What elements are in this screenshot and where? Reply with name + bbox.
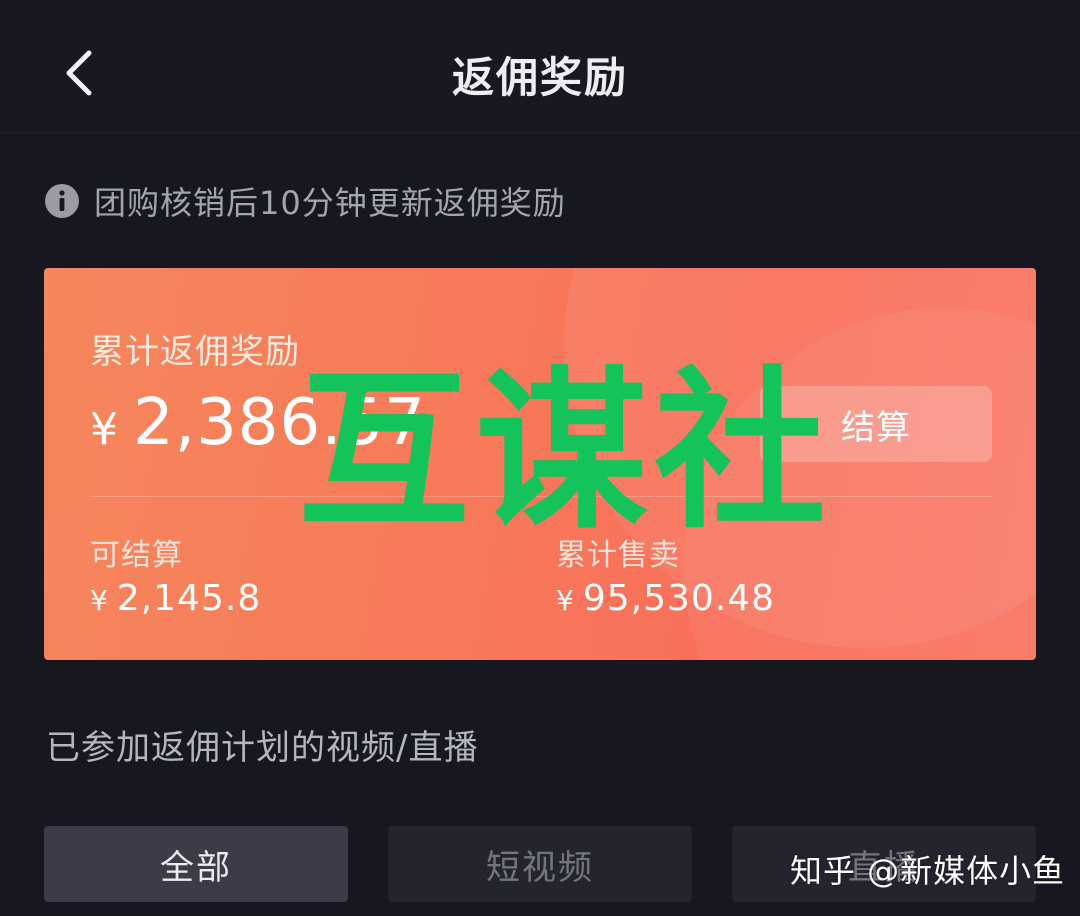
zhihu-watermark: 知乎 @新媒体小鱼 bbox=[790, 852, 1066, 890]
settleable-value: 2,145.8 bbox=[116, 578, 262, 619]
section-title: 已参加返佣计划的视频/直播 bbox=[46, 728, 479, 768]
info-icon bbox=[45, 184, 79, 218]
settleable-amount: ¥ 2,145.8 bbox=[90, 578, 261, 619]
currency-symbol: ¥ bbox=[90, 404, 119, 455]
page-title: 返佣奖励 bbox=[451, 53, 628, 102]
total-reward-label: 累计返佣奖励 bbox=[90, 332, 300, 372]
tab-all[interactable]: 全部 bbox=[44, 826, 348, 902]
commission-rewards-page: 返佣奖励 团购核销后10分钟更新返佣奖励 累计返佣奖励 ¥ 2,386.57 结… bbox=[0, 0, 1080, 916]
settleable-label: 可结算 bbox=[90, 538, 183, 573]
total-sales-amount: ¥ 95,530.48 bbox=[556, 578, 775, 619]
tab-short-video[interactable]: 短视频 bbox=[388, 826, 692, 902]
currency-symbol: ¥ bbox=[90, 584, 109, 617]
watermark-overlay: 互谋社 bbox=[298, 351, 832, 552]
notice-text: 团购核销后10分钟更新返佣奖励 bbox=[94, 184, 566, 222]
update-notice: 团购核销后10分钟更新返佣奖励 bbox=[44, 178, 566, 224]
top-nav-bar: 返佣奖励 bbox=[0, 0, 1080, 134]
total-sales-value: 95,530.48 bbox=[582, 578, 776, 619]
currency-symbol: ¥ bbox=[556, 584, 575, 617]
